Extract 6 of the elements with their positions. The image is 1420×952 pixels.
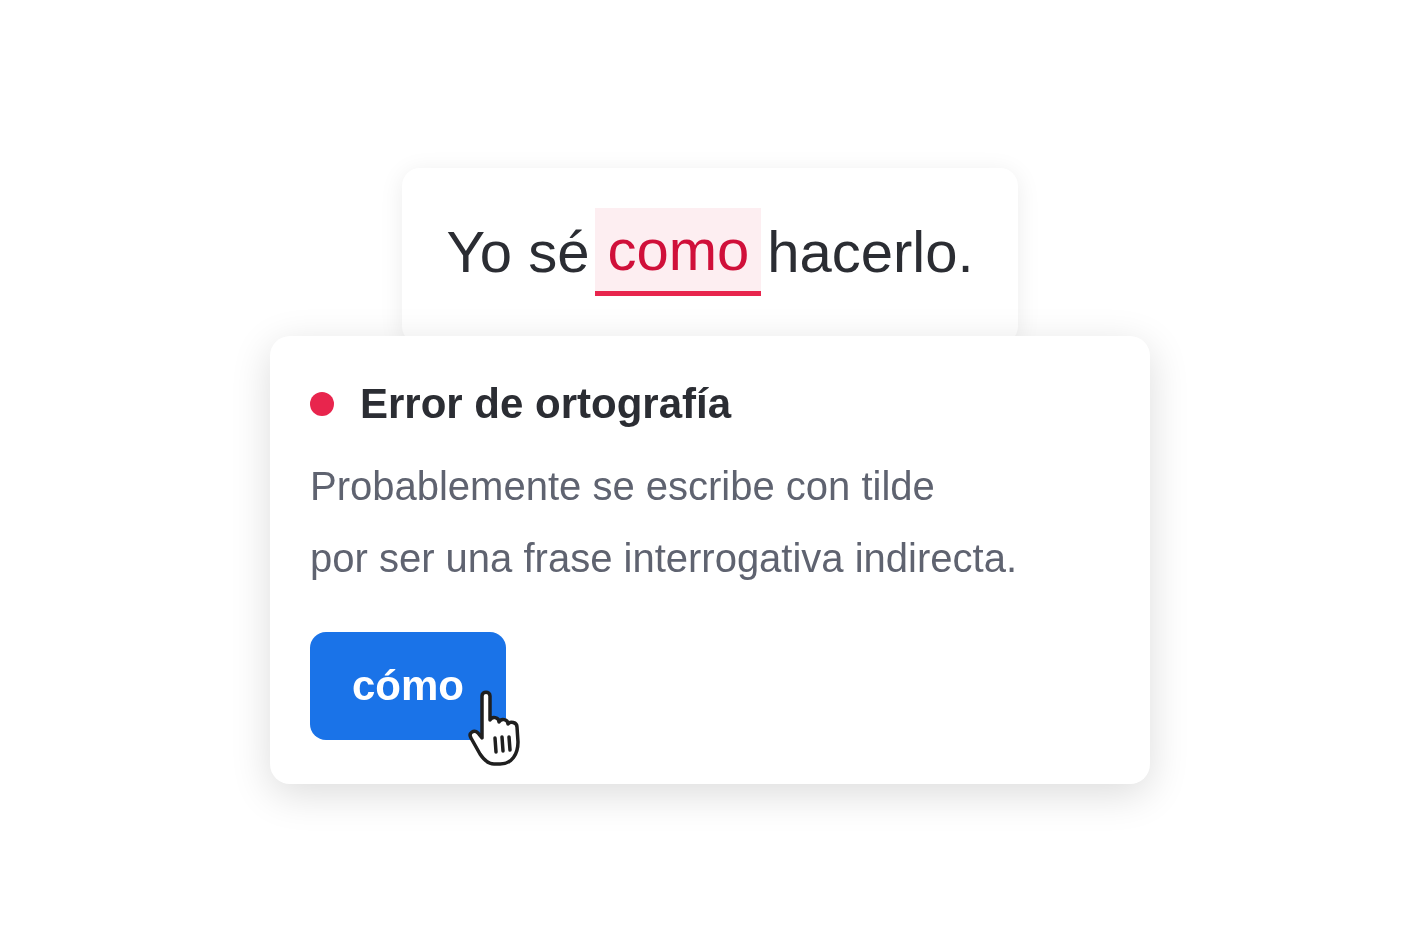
error-description: Probablemente se escribe con tilde por ser una frase interrogativa indirecta. xyxy=(310,463,1019,582)
sentence-text: hacerlo. xyxy=(767,218,974,286)
misspelled-word[interactable]: como xyxy=(595,208,762,296)
suggestion-button[interactable]: cómo xyxy=(310,632,506,740)
sentence-text: Yo sé xyxy=(446,218,590,286)
error-title: Error de ortografía xyxy=(360,380,732,428)
